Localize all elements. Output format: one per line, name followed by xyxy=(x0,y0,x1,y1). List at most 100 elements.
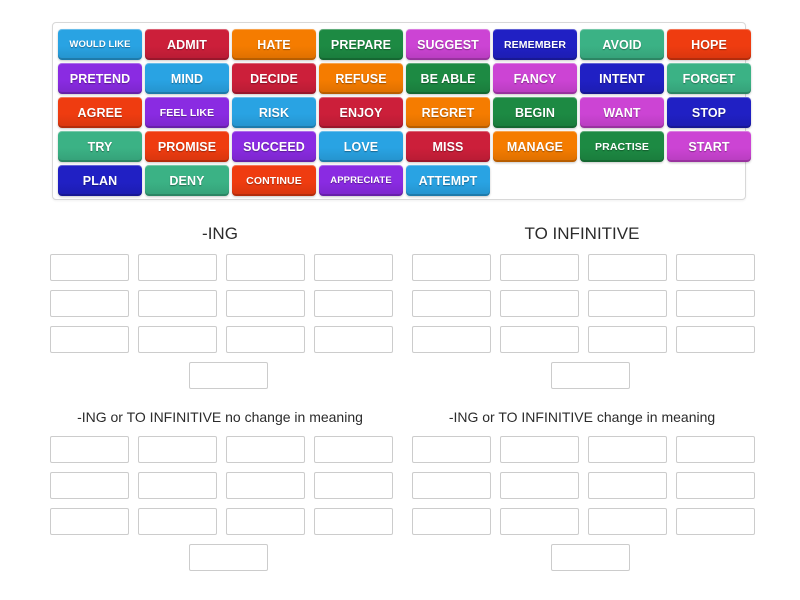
word-tile[interactable]: FANCY xyxy=(493,63,577,94)
drop-slot[interactable] xyxy=(138,326,217,353)
drop-slot[interactable] xyxy=(314,254,393,281)
drop-slot[interactable] xyxy=(500,290,579,317)
word-tile[interactable]: HOPE xyxy=(667,29,751,60)
drop-slot[interactable] xyxy=(550,544,630,571)
drop-slot-row xyxy=(412,544,768,571)
drop-slot[interactable] xyxy=(226,290,305,317)
drop-slot[interactable] xyxy=(226,326,305,353)
drop-slot[interactable] xyxy=(314,436,393,463)
drop-slot[interactable] xyxy=(412,290,491,317)
drop-slot[interactable] xyxy=(226,472,305,499)
drop-slot[interactable] xyxy=(412,436,491,463)
word-tile[interactable]: WOULD LIKE xyxy=(58,29,142,60)
word-tile[interactable]: CONTINUE xyxy=(232,165,316,196)
word-tile[interactable]: SUCCEED xyxy=(232,131,316,162)
drop-slot[interactable] xyxy=(50,436,129,463)
drop-slot[interactable] xyxy=(676,326,755,353)
word-tile[interactable]: LOVE xyxy=(319,131,403,162)
drop-slot[interactable] xyxy=(588,326,667,353)
drop-zone-to-infinitive[interactable] xyxy=(412,254,768,398)
drop-slot[interactable] xyxy=(676,290,755,317)
word-tile[interactable]: REMEMBER xyxy=(493,29,577,60)
word-tile[interactable]: REFUSE xyxy=(319,63,403,94)
drop-slot[interactable] xyxy=(138,508,217,535)
word-tile[interactable]: FEEL LIKE xyxy=(145,97,229,128)
word-tile[interactable]: PRACTISE xyxy=(580,131,664,162)
drop-slot[interactable] xyxy=(676,436,755,463)
drop-zone-no-change[interactable] xyxy=(50,436,406,580)
drop-slot[interactable] xyxy=(412,326,491,353)
drop-slot[interactable] xyxy=(50,472,129,499)
drop-slot[interactable] xyxy=(50,326,129,353)
word-tile[interactable]: ATTEMPT xyxy=(406,165,490,196)
word-tile[interactable]: PRETEND xyxy=(58,63,142,94)
drop-slot[interactable] xyxy=(188,362,268,389)
category-title-change: -ING or TO INFINITIVE change in meaning xyxy=(448,409,716,425)
word-bank-row: PRETEND MIND DECIDE REFUSE BE ABLE FANCY INTEN… xyxy=(58,63,751,94)
word-tile[interactable]: MIND xyxy=(145,63,229,94)
word-tile[interactable]: SUGGEST xyxy=(406,29,490,60)
drop-slot[interactable] xyxy=(412,508,491,535)
drop-slot[interactable] xyxy=(500,254,579,281)
drop-slot[interactable] xyxy=(588,508,667,535)
drop-slot[interactable] xyxy=(50,254,129,281)
drop-slot[interactable] xyxy=(50,290,129,317)
drop-slot[interactable] xyxy=(412,254,491,281)
drop-slot[interactable] xyxy=(138,254,217,281)
word-tile[interactable]: AVOID xyxy=(580,29,664,60)
word-tile[interactable]: WANT xyxy=(580,97,664,128)
word-tile[interactable]: AGREE xyxy=(58,97,142,128)
word-tile[interactable]: DENY xyxy=(145,165,229,196)
drop-slot[interactable] xyxy=(314,290,393,317)
word-tile[interactable]: DECIDE xyxy=(232,63,316,94)
drop-slot[interactable] xyxy=(138,436,217,463)
drop-slot[interactable] xyxy=(412,472,491,499)
word-tile[interactable]: REGRET xyxy=(406,97,490,128)
word-tile[interactable]: PROMISE xyxy=(145,131,229,162)
drop-slot[interactable] xyxy=(188,544,268,571)
drop-slot[interactable] xyxy=(138,472,217,499)
word-tile[interactable]: HATE xyxy=(232,29,316,60)
word-tile[interactable]: MANAGE xyxy=(493,131,577,162)
drop-slot[interactable] xyxy=(676,508,755,535)
word-tile[interactable]: TRY xyxy=(58,131,142,162)
word-tile[interactable]: ENJOY xyxy=(319,97,403,128)
drop-slot[interactable] xyxy=(550,362,630,389)
drop-slot-row xyxy=(412,254,768,281)
word-tile[interactable]: MISS xyxy=(406,131,490,162)
drop-slot[interactable] xyxy=(676,254,755,281)
drop-slot[interactable] xyxy=(588,472,667,499)
drop-slot[interactable] xyxy=(588,254,667,281)
drop-slot[interactable] xyxy=(588,290,667,317)
word-tile[interactable]: PLAN xyxy=(58,165,142,196)
word-tile[interactable]: STOP xyxy=(667,97,751,128)
word-tile[interactable]: ADMIT xyxy=(145,29,229,60)
word-tile[interactable]: APPRECIATE xyxy=(319,165,403,196)
word-tile[interactable]: START xyxy=(667,131,751,162)
drop-slot-row xyxy=(412,290,768,317)
drop-slot[interactable] xyxy=(588,436,667,463)
word-tile[interactable]: FORGET xyxy=(667,63,751,94)
drop-slot[interactable] xyxy=(314,326,393,353)
drop-slot[interactable] xyxy=(138,290,217,317)
word-tile[interactable]: BE ABLE xyxy=(406,63,490,94)
drop-slot[interactable] xyxy=(226,436,305,463)
category-title-no-change: -ING or TO INFINITIVE no change in meani… xyxy=(77,409,363,425)
drop-slot[interactable] xyxy=(314,508,393,535)
drop-slot[interactable] xyxy=(314,472,393,499)
drop-zone-change[interactable] xyxy=(412,436,768,580)
drop-slot[interactable] xyxy=(50,508,129,535)
drop-slot[interactable] xyxy=(500,436,579,463)
drop-zone-ing[interactable] xyxy=(50,254,406,398)
drop-slot[interactable] xyxy=(676,472,755,499)
drop-slot[interactable] xyxy=(500,472,579,499)
word-tile[interactable]: PREPARE xyxy=(319,29,403,60)
drop-slot[interactable] xyxy=(226,254,305,281)
word-tile[interactable]: RISK xyxy=(232,97,316,128)
word-tile[interactable]: INTENT xyxy=(580,63,664,94)
drop-slot[interactable] xyxy=(500,508,579,535)
word-tile[interactable]: BEGIN xyxy=(493,97,577,128)
drop-slot[interactable] xyxy=(226,508,305,535)
drop-slot[interactable] xyxy=(500,326,579,353)
drop-slot-row xyxy=(412,362,768,389)
